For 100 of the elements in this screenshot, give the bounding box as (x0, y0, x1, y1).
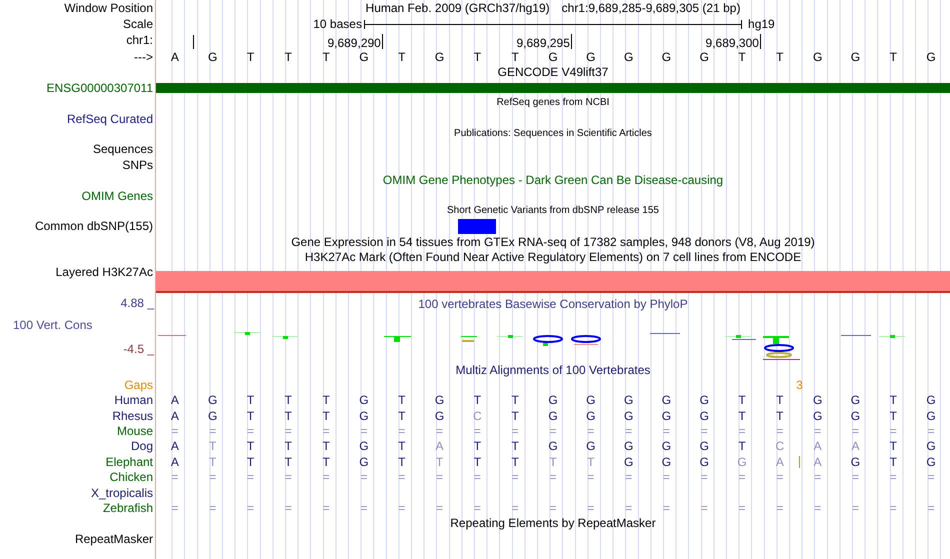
aligned-base: T (284, 456, 292, 468)
aligned-base: = (852, 471, 859, 484)
aligned-base: = (662, 425, 670, 438)
aligned-base: = (700, 425, 708, 438)
track-label[interactable]: 100 Vert. Cons (0, 318, 92, 331)
aligned-base: G (812, 394, 822, 406)
aligned-base: = (587, 425, 594, 438)
gene-label[interactable]: ENSG00000307011 (46, 82, 153, 94)
aligned-base: = (700, 471, 708, 484)
aligned-base: T (436, 456, 444, 468)
aligned-base: T (512, 456, 519, 468)
aligned-base: T (398, 394, 406, 406)
aligned-base: = (738, 471, 746, 484)
aligned-base: T (246, 394, 254, 406)
aligned-base: G (359, 410, 369, 422)
aligned-base: G (850, 410, 860, 422)
track-title: Gene Expression in 54 tissues from GTEx RNA-seq of 17382 samples, 948 donors (V8, Aug 2019) (291, 236, 815, 248)
track-label[interactable]: RepeatMasker (74, 532, 153, 545)
aligned-base: G (359, 456, 369, 468)
aligned-base: G (662, 394, 672, 406)
aligned-base: = (360, 502, 368, 514)
track-title: Short Genetic Variants from dbSNP release 155 (447, 206, 659, 216)
aligned-base: G (434, 394, 444, 406)
conservation-mark (841, 334, 871, 336)
aligned-base: G (624, 440, 634, 452)
aligned-base: G (700, 456, 709, 468)
conservation-mark (650, 332, 680, 334)
aligned-base: = (738, 502, 746, 514)
position-range: chr1:9,689,285-9,689,305 (21 bp) (562, 2, 740, 14)
base-letter: G (624, 50, 634, 63)
axis-min-label: -4.5 _ (123, 342, 156, 355)
aligned-base: T (246, 440, 254, 452)
aligned-base: G (850, 394, 860, 406)
track-label[interactable]: OMIM Genes (82, 190, 153, 202)
track-label: chr1: (126, 34, 153, 46)
aligned-base: = (625, 502, 632, 514)
track-label[interactable]: Layered H3K27Ac (56, 266, 153, 278)
tick-mark (192, 34, 194, 49)
base-letter: T (322, 50, 330, 63)
aligned-base: G (434, 410, 444, 422)
aligned-base: G (624, 456, 634, 468)
aligned-base: = (662, 502, 670, 514)
species-label: Mouse (116, 425, 153, 438)
track-title: H3K27Ac Mark (Often Found Near Active Regulatory Elements) on 7 cell lines from ENCODE (304, 251, 802, 264)
base-letter: T (890, 50, 897, 63)
species-label: Human (114, 394, 153, 406)
track-label[interactable]: Common dbSNP(155) (34, 220, 153, 232)
aligned-base: T (246, 410, 254, 422)
aligned-base: = (625, 471, 632, 484)
aligned-base: T (890, 456, 897, 468)
aligned-base: G (812, 410, 822, 422)
aligned-base: T (474, 440, 482, 452)
aligned-base: T (284, 410, 292, 422)
aligned-base: = (398, 471, 406, 484)
aligned-base: T (284, 394, 292, 406)
aligned-base: T (549, 456, 557, 468)
track-label[interactable]: RefSeq Curated (66, 112, 153, 125)
aligned-base: T (209, 440, 216, 452)
base-letter: G (359, 50, 369, 63)
track-label[interactable]: SNPs (122, 158, 153, 171)
aligned-base: = (209, 425, 216, 438)
gene-bar[interactable] (156, 82, 950, 93)
base-letter: G (926, 50, 936, 63)
aligned-base: A (170, 456, 179, 468)
aligned-base: = (247, 425, 254, 438)
aligned-base: = (549, 502, 556, 514)
aligned-base: T (322, 410, 330, 422)
aligned-base: A (814, 440, 822, 452)
aligned-base: = (360, 425, 368, 438)
aligned-base: G (662, 410, 672, 422)
variant-block[interactable] (458, 218, 496, 234)
aligned-base: G (850, 456, 860, 468)
aligned-base: = (814, 502, 822, 514)
aligned-base: T (246, 456, 254, 468)
aligned-base: G (548, 394, 558, 406)
aligned-base: G (359, 440, 369, 452)
species-label: Rhesus (112, 410, 153, 422)
aligned-base: = (928, 425, 935, 438)
aligned-base: = (776, 502, 784, 514)
aligned-base: G (926, 394, 936, 406)
build-label: hg19 (748, 18, 775, 30)
base-letter: T (512, 50, 519, 63)
aligned-base: G (700, 440, 709, 452)
aligned-base: = (474, 502, 481, 514)
conservation-mark (158, 334, 186, 336)
aligned-base: T (398, 440, 406, 452)
aligned-base: G (359, 394, 369, 406)
aligned-base: = (625, 425, 632, 438)
base-letter: G (812, 50, 822, 63)
aligned-base: A (776, 456, 784, 468)
aligned-base: G (624, 410, 634, 422)
conservation-mark (571, 334, 601, 345)
conservation-mark (725, 334, 756, 340)
base-letter: G (586, 50, 596, 63)
aligned-base: G (662, 440, 672, 452)
aligned-base: T (890, 440, 897, 452)
axis-max-label: 4.88 _ (120, 296, 156, 309)
track-label[interactable]: Sequences (92, 143, 153, 156)
aligned-base: T (512, 410, 519, 422)
conservation-mark (533, 334, 563, 346)
